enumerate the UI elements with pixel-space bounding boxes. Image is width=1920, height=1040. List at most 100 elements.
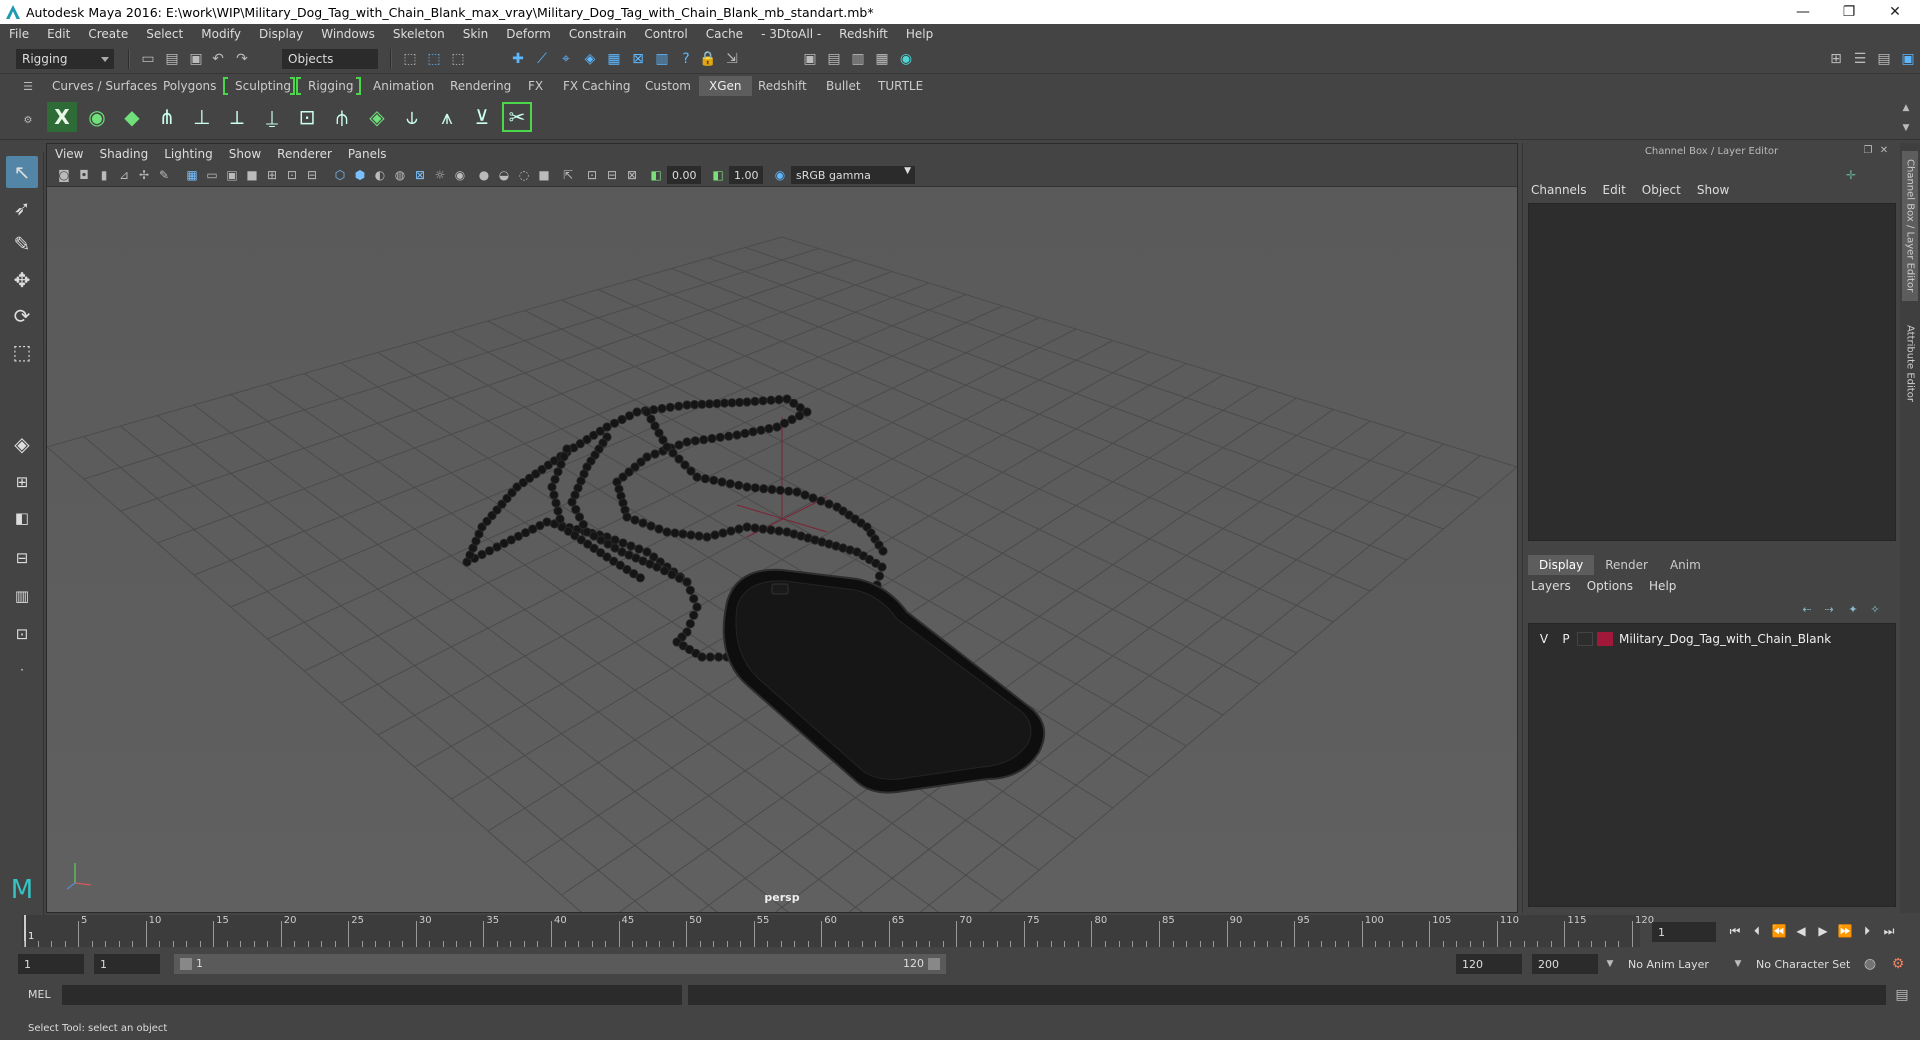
xgen-editor-icon[interactable]: X xyxy=(47,102,77,132)
snap-live-icon[interactable]: ⊠ xyxy=(628,49,648,69)
menu-redshift[interactable]: Redshift xyxy=(830,27,897,41)
xgen-cut-guide-icon[interactable]: ⊻ xyxy=(467,102,497,132)
safe-title-icon[interactable]: ⊟ xyxy=(303,166,321,184)
menu-file[interactable]: File xyxy=(0,27,38,41)
xgen-sculpt-guide-icon[interactable]: ⫝ xyxy=(397,102,427,132)
select-object-icon[interactable]: ⬚ xyxy=(424,49,444,69)
shelf-tab-turtle[interactable]: TURTLE xyxy=(868,76,933,96)
shelf-scroll-down-icon[interactable]: ▼ xyxy=(1896,118,1916,138)
exposure-field[interactable]: 0.00 xyxy=(667,166,701,184)
redo-icon[interactable]: ↷ xyxy=(232,49,252,69)
shadows-icon[interactable]: ☼ xyxy=(431,166,449,184)
persp-outliner-layout-icon[interactable]: ◧ xyxy=(6,502,38,534)
xgen-layer-icon[interactable]: ◈ xyxy=(362,102,392,132)
screen-space-ao-icon[interactable]: ◉ xyxy=(451,166,469,184)
xgen-move-guide-icon[interactable]: ⟂ xyxy=(222,102,252,132)
select-component-icon[interactable]: ⬚ xyxy=(448,49,468,69)
bookmark-icon[interactable]: ▮ xyxy=(95,166,113,184)
range-slider[interactable]: 1 120 xyxy=(174,954,946,974)
new-scene-icon[interactable]: ▭ xyxy=(138,49,158,69)
motion-blur-icon[interactable]: ● xyxy=(475,166,493,184)
float-panel-icon[interactable]: ❐ xyxy=(1861,143,1875,157)
lock-icon[interactable]: 🔒 xyxy=(698,49,718,69)
object-menu[interactable]: Object xyxy=(1634,183,1689,201)
shelf-tab-xgen[interactable]: XGen xyxy=(699,76,752,96)
layer-tab-anim[interactable]: Anim xyxy=(1659,555,1712,575)
resolution-gate-icon[interactable]: ▣ xyxy=(223,166,241,184)
menu-help[interactable]: Help xyxy=(897,27,942,41)
menu-edit[interactable]: Edit xyxy=(38,27,79,41)
side-tab-attribute-editor[interactable]: Attribute Editor xyxy=(1902,308,1918,418)
command-input[interactable] xyxy=(62,985,682,1005)
attribute-editor-toggle-icon[interactable]: ☰ xyxy=(1850,49,1870,69)
xgen-interactive-groom-icon[interactable]: ✂ xyxy=(502,102,532,132)
history-icon[interactable]: ▥ xyxy=(652,49,672,69)
snap-curve-icon[interactable]: ⟋ xyxy=(532,49,552,69)
select-hierarchy-icon[interactable]: ⬚ xyxy=(400,49,420,69)
go-to-end-icon[interactable]: ⏭ xyxy=(1880,921,1898,941)
close-panel-icon[interactable]: ✕ xyxy=(1877,143,1891,157)
script-language-label[interactable]: MEL xyxy=(28,988,51,1001)
xray-joints-icon[interactable]: ⊡ xyxy=(583,166,601,184)
animation-preferences-icon[interactable]: ⚙ xyxy=(1888,954,1908,974)
chevron-down-icon[interactable]: ▼ xyxy=(1600,954,1620,974)
step-back-key-icon[interactable]: ⏪ xyxy=(1770,921,1788,941)
manipulator-icon[interactable]: ✛ xyxy=(1841,165,1861,185)
current-frame-field[interactable]: 1 xyxy=(1652,922,1716,942)
menu-deform[interactable]: Deform xyxy=(497,27,560,41)
layer-color-swatch[interactable] xyxy=(1597,632,1613,646)
depth-of-field-icon[interactable]: ◌ xyxy=(515,166,533,184)
menu-display[interactable]: Display xyxy=(250,27,312,41)
menu-skeleton[interactable]: Skeleton xyxy=(384,27,454,41)
four-view-layout-icon[interactable]: ⊞ xyxy=(6,466,38,498)
end-time-field[interactable]: 200 xyxy=(1532,954,1598,974)
layer-name[interactable]: Military_Dog_Tag_with_Chain_Blank xyxy=(1619,632,1831,646)
snap-grid-icon[interactable]: ✚ xyxy=(508,49,528,69)
xgen-lock-guide-icon[interactable]: ⊡ xyxy=(292,102,322,132)
exposure-icon[interactable]: ◧ xyxy=(647,166,665,184)
gamma-field[interactable]: 1.00 xyxy=(729,166,763,184)
modeling-toolkit-icon[interactable]: ⊞ xyxy=(1826,49,1846,69)
xgen-preview-icon[interactable]: ◉ xyxy=(82,102,112,132)
camera-attributes-icon[interactable]: ◘ xyxy=(75,166,93,184)
shelf-tab-rigging[interactable]: Rigging xyxy=(298,76,363,96)
rotate-tool-icon[interactable]: ⟳ xyxy=(6,300,38,332)
shelf-tab-polygons[interactable]: Polygons xyxy=(153,76,226,96)
layer-type-toggle[interactable] xyxy=(1577,632,1593,646)
new-layer-selected-icon[interactable]: ✧ xyxy=(1865,599,1885,619)
channel-list[interactable] xyxy=(1528,203,1896,541)
input-output-icon[interactable]: ⇲ xyxy=(722,49,742,69)
step-back-frame-icon[interactable]: ⏴ xyxy=(1748,921,1766,941)
use-all-lights-icon[interactable]: ⊠ xyxy=(411,166,429,184)
playback-start-field[interactable]: 1 xyxy=(94,954,160,974)
save-scene-icon[interactable]: ▣ xyxy=(186,49,206,69)
hypershade-icon[interactable]: ◉ xyxy=(896,49,916,69)
menu-skin[interactable]: Skin xyxy=(454,27,498,41)
shelf-tab-custom[interactable]: Custom xyxy=(635,76,701,96)
shelf-tab-curves-surfaces[interactable]: Curves / Surfaces xyxy=(42,76,167,96)
character-set-dropdown[interactable]: No Character Set xyxy=(1750,954,1868,974)
grease-pencil-icon[interactable]: ✎ xyxy=(155,166,173,184)
minimize-button[interactable]: — xyxy=(1780,0,1826,24)
perspective-scene[interactable]: persp xyxy=(46,187,1518,1040)
channels-menu[interactable]: Channels xyxy=(1523,183,1595,201)
channel-box-toggle-icon[interactable]: ▣ xyxy=(1898,49,1918,69)
snap-point-icon[interactable]: ⌖ xyxy=(556,49,576,69)
layers-menu[interactable]: Layers xyxy=(1523,579,1579,597)
new-layer-icon[interactable]: ✦ xyxy=(1843,599,1863,619)
lasso-tool-icon[interactable]: ➶ xyxy=(6,192,38,224)
xgen-create-description-icon[interactable]: ◆ xyxy=(117,102,147,132)
colorspace-dropdown[interactable]: sRGB gamma ▼ xyxy=(791,166,915,184)
render-view-icon[interactable]: ▣ xyxy=(800,49,820,69)
close-button[interactable]: ✕ xyxy=(1872,0,1918,24)
xgen-place-guides-icon[interactable]: ⋔ xyxy=(152,102,182,132)
scale-tool-icon[interactable]: ⬚ xyxy=(6,336,38,368)
camera-select-icon[interactable]: ◙ xyxy=(55,166,73,184)
wireframe-on-shaded-icon[interactable]: ◐ xyxy=(371,166,389,184)
shelf-tab-fx[interactable]: FX xyxy=(518,76,553,96)
field-chart-icon[interactable]: ⊞ xyxy=(263,166,281,184)
help-icon[interactable]: ? xyxy=(676,49,696,69)
play-forwards-icon[interactable]: ▶ xyxy=(1814,921,1832,941)
single-perspective-layout-icon[interactable]: ◈ xyxy=(6,428,38,460)
step-forward-frame-icon[interactable]: ⏵ xyxy=(1858,921,1876,941)
